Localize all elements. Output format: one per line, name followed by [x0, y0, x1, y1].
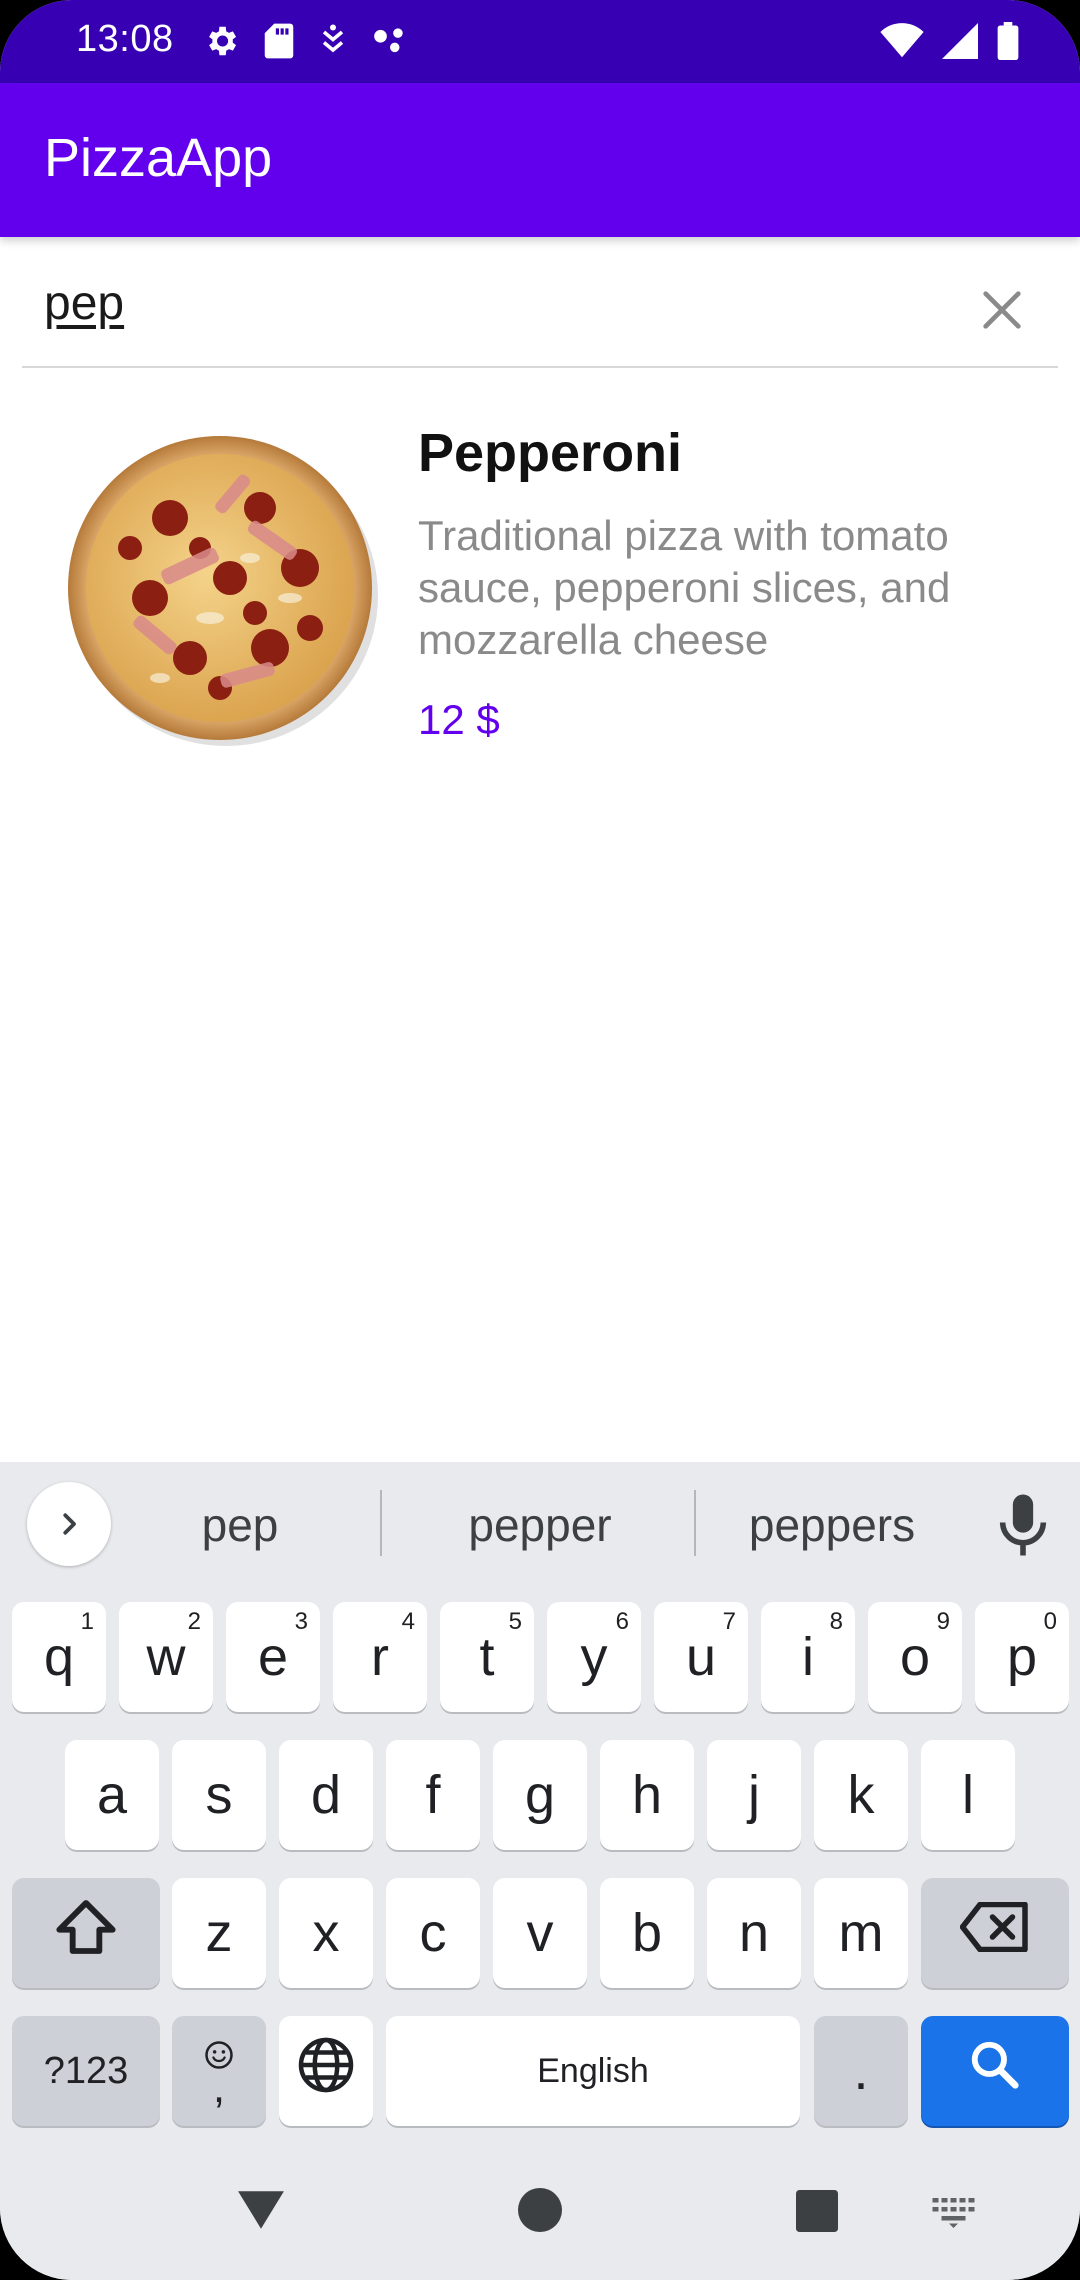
period-key[interactable]: . [814, 2016, 908, 2126]
key-x[interactable]: x [279, 1878, 373, 1988]
mic-icon[interactable] [996, 1492, 1050, 1558]
key-label: r [371, 1627, 389, 1687]
search-icon [968, 2038, 1022, 2105]
key-number: 4 [401, 1608, 415, 1635]
key-number: 2 [187, 1608, 201, 1635]
usb-debug-icon [318, 22, 348, 65]
key-q[interactable]: q1 [12, 1602, 106, 1712]
key-r[interactable]: r4 [333, 1602, 427, 1712]
key-y[interactable]: y6 [547, 1602, 641, 1712]
shift-key[interactable] [12, 1878, 160, 1988]
home-icon[interactable] [518, 2188, 562, 2237]
key-a[interactable]: a [65, 1740, 159, 1850]
key-m[interactable]: m [814, 1878, 908, 1988]
status-icons-left [202, 22, 410, 65]
key-l[interactable]: l [921, 1740, 1015, 1850]
space-key[interactable]: English [386, 2016, 800, 2126]
key-h[interactable]: h [600, 1740, 694, 1850]
search-input[interactable]: pep [44, 276, 124, 331]
chevron-right-icon[interactable] [27, 1482, 111, 1566]
key-g[interactable]: g [493, 1740, 587, 1850]
item-description: Traditional pizza with tomato sauce, pep… [418, 512, 951, 663]
battery-icon [996, 22, 1020, 65]
key-b[interactable]: b [600, 1878, 694, 1988]
key-label: w [146, 1627, 186, 1687]
key-o[interactable]: o9 [868, 1602, 962, 1712]
globe-icon [296, 2035, 356, 2108]
search-bar[interactable]: pep [22, 262, 1058, 368]
key-label: u [685, 1627, 717, 1687]
close-icon[interactable] [974, 282, 1030, 338]
key-z[interactable]: z [172, 1878, 266, 1988]
key-i[interactable]: i8 [761, 1602, 855, 1712]
suggestion-divider [694, 1490, 696, 1556]
suggestion-3[interactable]: peppers [712, 1498, 952, 1552]
key-number: 9 [936, 1608, 950, 1635]
key-c[interactable]: c [386, 1878, 480, 1988]
key-p[interactable]: p0 [975, 1602, 1069, 1712]
wifi-icon [880, 23, 924, 64]
language-key[interactable] [279, 2016, 373, 2126]
key-label: e [257, 1627, 289, 1687]
keyboard: pep pepper peppers q1 w2 e3 r4 t5 y6 u7 … [0, 1462, 1080, 2280]
key-j[interactable]: j [707, 1740, 801, 1850]
key-f[interactable]: f [386, 1740, 480, 1850]
key-number: 3 [294, 1608, 308, 1635]
suggestion-divider [380, 1490, 382, 1556]
gear-icon [202, 22, 240, 65]
signal-icon [942, 23, 978, 64]
status-bar: 13:08 [0, 0, 1080, 83]
sd-card-icon [262, 22, 296, 65]
key-label: y [580, 1627, 608, 1687]
emoji-comma-key[interactable]: , [172, 2016, 266, 2126]
app-title: PizzaApp [44, 128, 273, 188]
keyboard-switch-icon[interactable] [932, 2198, 978, 2233]
status-time: 13:08 [76, 18, 174, 60]
screen: 13:08 PizzaApp pep Pepperoni Traditional… [0, 0, 1080, 2280]
key-label: o [899, 1627, 931, 1687]
key-number: 8 [829, 1608, 843, 1635]
key-d[interactable]: d [279, 1740, 373, 1850]
key-number: 7 [722, 1608, 736, 1635]
key-k[interactable]: k [814, 1740, 908, 1850]
pizza-image [60, 428, 380, 748]
comma-label: , [212, 2062, 226, 2112]
key-number: 5 [508, 1608, 522, 1635]
key-label: t [479, 1627, 495, 1687]
key-e[interactable]: e3 [226, 1602, 320, 1712]
status-icons-right [880, 22, 1020, 65]
recents-icon[interactable] [796, 2190, 838, 2237]
search-key[interactable] [921, 2016, 1069, 2126]
key-label: q [43, 1627, 75, 1687]
space-label: English [537, 2051, 649, 2090]
app-bar: PizzaApp [0, 83, 1080, 237]
back-icon[interactable] [236, 2188, 286, 2237]
navigation-bar [0, 2150, 1080, 2280]
symbols-key[interactable]: ?123 [12, 2016, 160, 2126]
symbols-label: ?123 [43, 2049, 129, 2092]
key-n[interactable]: n [707, 1878, 801, 1988]
suggestion-1[interactable]: pep [130, 1498, 350, 1552]
key-t[interactable]: t5 [440, 1602, 534, 1712]
key-v[interactable]: v [493, 1878, 587, 1988]
list-item[interactable]: Pepperoni Traditional pizza with tomato … [0, 400, 1080, 780]
item-price: 12 $ [418, 696, 500, 743]
key-number: 1 [80, 1608, 94, 1635]
item-title: Pepperoni [418, 423, 683, 483]
key-s[interactable]: s [172, 1740, 266, 1850]
suggestion-2[interactable]: pepper [410, 1498, 670, 1552]
key-u[interactable]: u7 [654, 1602, 748, 1712]
key-label: p [1006, 1627, 1038, 1687]
assistant-icon [370, 22, 410, 65]
key-number: 0 [1043, 1608, 1057, 1635]
key-number: 6 [615, 1608, 629, 1635]
suggestion-strip: pep pepper peppers [0, 1462, 1080, 1582]
key-w[interactable]: w2 [119, 1602, 213, 1712]
backspace-icon [959, 1901, 1030, 1965]
key-label: i [802, 1627, 814, 1687]
backspace-key[interactable] [921, 1878, 1069, 1988]
shift-icon [54, 1897, 118, 1970]
